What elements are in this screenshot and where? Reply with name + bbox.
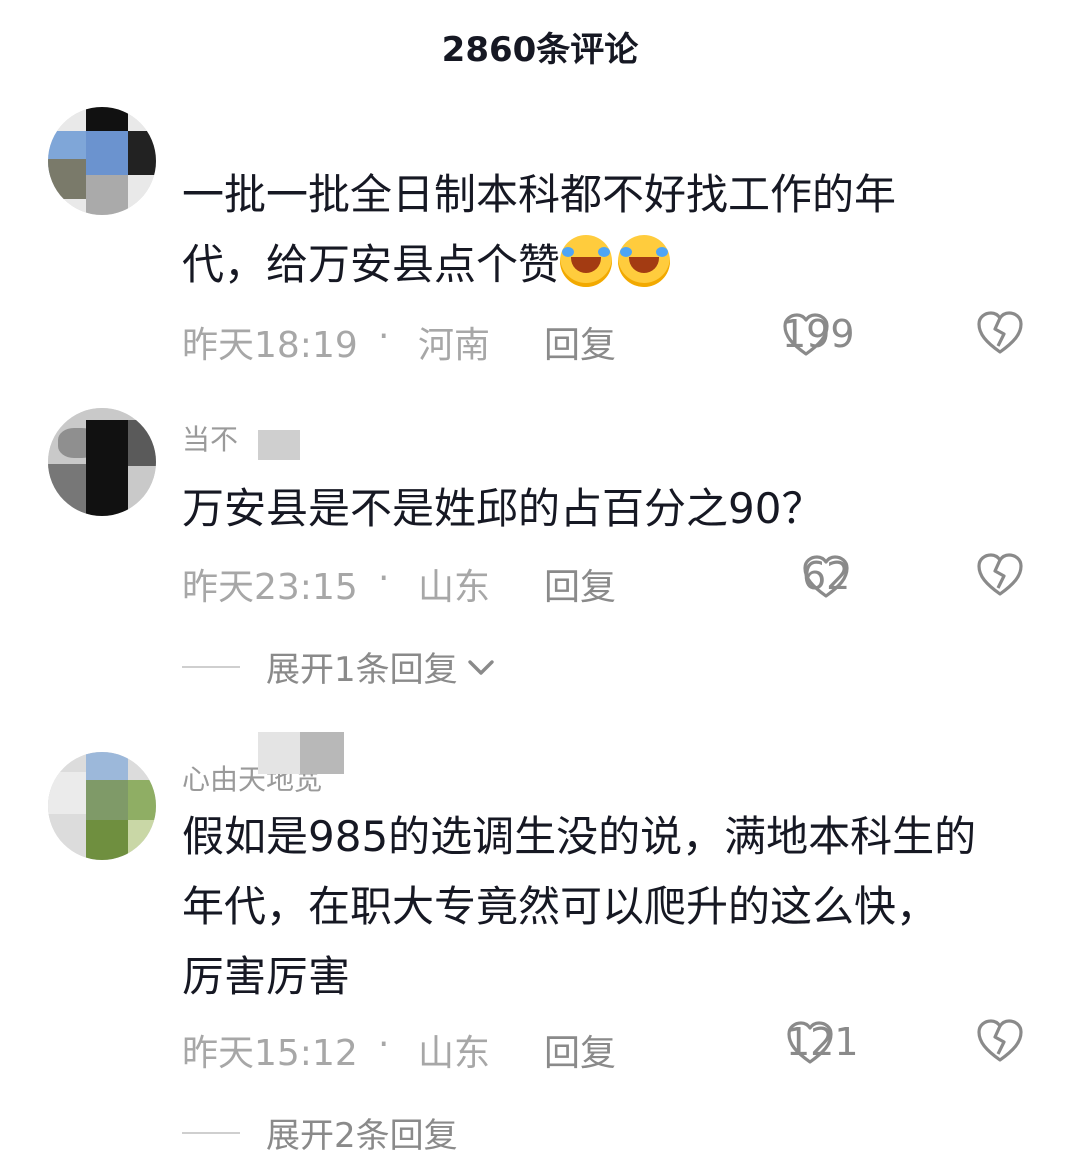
comment-location: 山东 bbox=[418, 567, 491, 608]
comment-text-line: 一批一批全日制本科都不好找工作的年 bbox=[182, 170, 897, 219]
comment-text-segment: 代，给万安县点个赞 bbox=[182, 240, 561, 289]
like-count: 121 bbox=[786, 1020, 859, 1064]
comment-text-line: 代，给万安县点个赞 bbox=[182, 230, 1042, 300]
expand-replies-label: 展开2条回复 bbox=[266, 1116, 458, 1156]
expand-replies-button[interactable]: 展开1条回复 bbox=[182, 642, 496, 691]
comment-meta: 昨天15:12 · 山东 回复 121 bbox=[182, 1019, 1042, 1076]
broken-heart-icon[interactable] bbox=[976, 552, 1024, 598]
broken-heart-icon[interactable] bbox=[976, 1018, 1024, 1064]
comment-meta: 昨天23:15 · 山东 回复 62 bbox=[182, 553, 1042, 610]
avatar[interactable] bbox=[48, 408, 156, 516]
like-button[interactable]: 121 bbox=[786, 1020, 859, 1066]
avatar[interactable] bbox=[48, 752, 156, 860]
comment-text-line: 厉害厉害 bbox=[182, 952, 351, 1001]
meta-separator: · bbox=[378, 558, 390, 599]
broken-heart-icon[interactable] bbox=[976, 310, 1024, 356]
laughing-tears-emoji-icon bbox=[618, 235, 671, 287]
comment-location: 山东 bbox=[418, 1033, 491, 1074]
comment-time: 昨天23:15 bbox=[182, 567, 358, 608]
like-button[interactable]: 62 bbox=[802, 554, 850, 600]
like-count: 199 bbox=[782, 312, 855, 356]
comment-time: 昨天18:19 bbox=[182, 325, 358, 366]
like-button[interactable]: 199 bbox=[782, 312, 855, 358]
comment-count-title: 2860条评论 bbox=[441, 30, 639, 70]
like-count: 62 bbox=[802, 554, 851, 598]
comment-text: 假如是985的选调生没的说，满地本科生的 年代，在职大专竟然可以爬升的这么快， … bbox=[182, 802, 1042, 1012]
reply-button[interactable]: 回复 bbox=[544, 316, 616, 368]
redaction-block bbox=[300, 732, 344, 774]
comment-text-line: 假如是985的选调生没的说，满地本科生的 bbox=[182, 812, 977, 861]
divider bbox=[182, 665, 240, 668]
laughing-tears-emoji-icon bbox=[560, 235, 613, 287]
reply-button[interactable]: 回复 bbox=[544, 558, 616, 610]
meta-separator: · bbox=[378, 1024, 390, 1065]
username[interactable]: 当不 bbox=[182, 418, 238, 458]
divider bbox=[182, 1131, 240, 1134]
comment-text-line: 万安县是不是姓邱的占百分之90？ bbox=[182, 484, 824, 533]
comment-location: 河南 bbox=[418, 325, 491, 366]
chevron-down-icon bbox=[467, 659, 494, 675]
comment-text: 一批一批全日制本科都不好找工作的年 代，给万安县点个赞 bbox=[182, 160, 1042, 300]
expand-replies-label: 展开1条回复 bbox=[266, 650, 458, 690]
redaction-block bbox=[258, 430, 300, 460]
comment-text-line: 年代，在职大专竟然可以爬升的这么快， bbox=[182, 882, 939, 931]
reply-button[interactable]: 回复 bbox=[544, 1024, 616, 1076]
comment-text: 万安县是不是姓邱的占百分之90？ bbox=[182, 474, 1042, 544]
comment-meta: 昨天18:19 · 河南 回复 199 bbox=[182, 311, 1042, 368]
avatar[interactable] bbox=[48, 107, 156, 215]
redaction-block bbox=[258, 732, 300, 774]
meta-separator: · bbox=[378, 316, 390, 357]
expand-replies-button[interactable]: 展开2条回复 bbox=[182, 1108, 458, 1157]
comment-time: 昨天15:12 bbox=[182, 1033, 358, 1074]
